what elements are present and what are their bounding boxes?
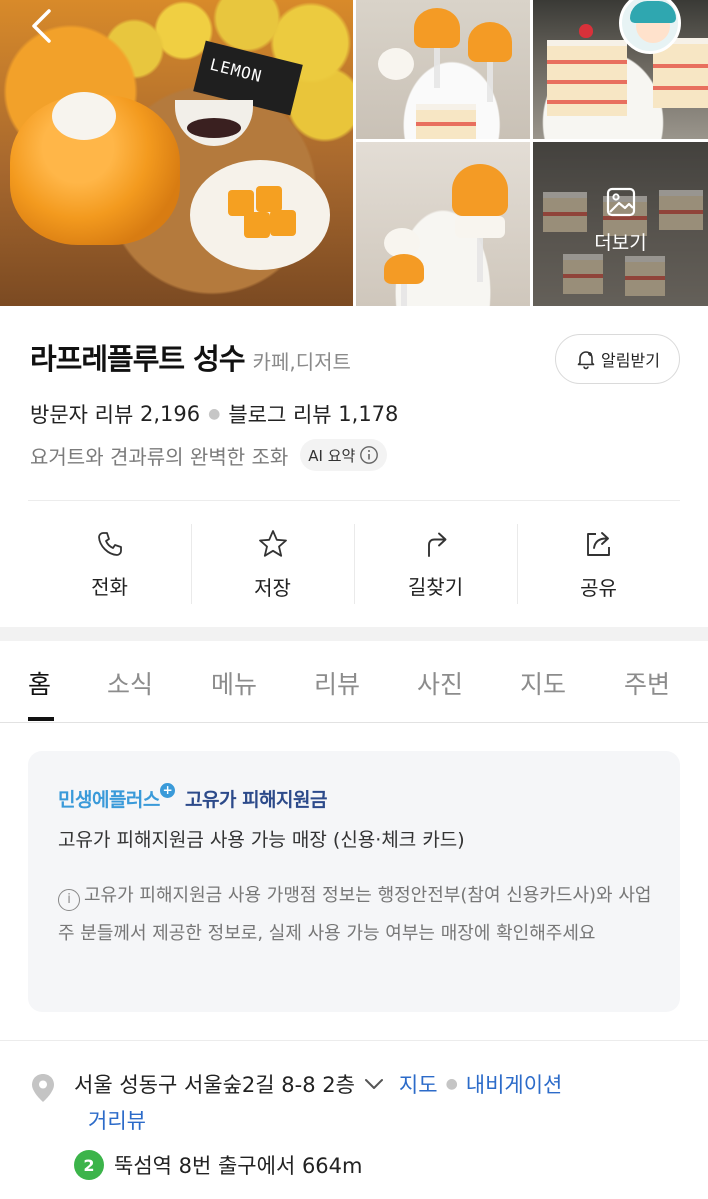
- directions-label: 길찾기: [407, 574, 464, 599]
- notice-info-text: 고유가 피해지원금 사용 가맹점 정보는 행정안전부(참여 신용카드사)와 사업…: [58, 885, 652, 944]
- action-bar: 전화 저장 길찾기 공유: [28, 504, 680, 624]
- visitor-review-label[interactable]: 방문자 리뷰: [30, 399, 133, 429]
- notice-info: i 고유가 피해지원금 사용 가맹점 정보는 행정안전부(참여 신용카드사)와 사…: [58, 877, 656, 953]
- call-button[interactable]: 전화: [28, 504, 191, 624]
- address-line: 서울 성동구 서울숲2길 8-8 2층 지도 ● 내비게이션: [74, 1069, 562, 1099]
- phone-icon: [97, 531, 122, 556]
- alarm-button[interactable]: 알림받기: [555, 334, 680, 384]
- map-link[interactable]: 지도: [399, 1069, 438, 1099]
- back-button[interactable]: [22, 6, 62, 46]
- tab-nearby[interactable]: 주변: [624, 665, 670, 701]
- plus-icon: +: [159, 783, 175, 798]
- info-icon: i: [58, 889, 80, 911]
- divider: [0, 1040, 708, 1041]
- notice-subtitle: 고유가 피해지원금 사용 가능 매장 (신용·체크 카드): [58, 829, 465, 851]
- topping-cup-contents: [187, 118, 241, 138]
- ai-badge-label: AI 요약: [308, 446, 356, 465]
- cream-scoop: [378, 48, 414, 80]
- save-label: 저장: [254, 575, 291, 600]
- directions-button[interactable]: 길찾기: [354, 504, 517, 624]
- divider: [28, 500, 680, 501]
- more-photos-label: 더보기: [594, 232, 647, 254]
- avatar-hair: [630, 1, 676, 23]
- address-text[interactable]: 서울 성동구 서울숲2길 8-8 2층: [74, 1069, 355, 1099]
- call-label: 전화: [91, 574, 128, 599]
- parfait: [468, 22, 512, 102]
- location-pin-icon: [32, 1074, 54, 1102]
- star-icon: [258, 529, 287, 557]
- blog-review-label[interactable]: 블로그 리뷰: [228, 399, 331, 429]
- bingsu-ice: [52, 92, 116, 140]
- tab-bar: 홈 소식 메뉴 리뷰 사진 지도 주변: [0, 641, 708, 723]
- street-view-link[interactable]: 거리뷰: [88, 1109, 146, 1133]
- subway-info: 2 뚝섬역 8번 출구에서 664m: [74, 1150, 363, 1180]
- tab-menu[interactable]: 메뉴: [211, 665, 257, 701]
- blog-review-count[interactable]: 1,178: [338, 402, 398, 426]
- photo-gallery[interactable]: LEMON 더보기: [0, 0, 708, 306]
- photo-main[interactable]: LEMON: [0, 0, 353, 306]
- address-line-2: 거리뷰: [88, 1105, 146, 1135]
- parfait: [414, 8, 460, 88]
- active-tab-indicator: [28, 717, 54, 721]
- mango-cube: [256, 186, 282, 212]
- parfait: [452, 164, 508, 282]
- subway-line-badge: 2: [74, 1150, 104, 1180]
- image-icon: [606, 187, 635, 217]
- share-button[interactable]: 공유: [517, 504, 680, 624]
- alarm-label: 알림받기: [601, 351, 660, 370]
- tab-news[interactable]: 소식: [107, 665, 153, 701]
- info-icon: [360, 446, 379, 464]
- ai-summary-text: 요거트와 견과류의 완벽한 조화: [30, 444, 289, 469]
- save-button[interactable]: 저장: [191, 504, 354, 624]
- photo-parfait-2[interactable]: [356, 142, 530, 306]
- bell-plus-icon: [577, 351, 595, 370]
- subsidy-notice-card[interactable]: 민생에플러스 + 고유가 피해지원금 고유가 피해지원금 사용 가능 매장 (신용…: [28, 751, 680, 1012]
- share-icon: [586, 531, 610, 556]
- notice-header: 민생에플러스 + 고유가 피해지원금: [58, 783, 327, 812]
- photo-more[interactable]: 더보기: [533, 142, 708, 306]
- mango-cube: [270, 210, 296, 236]
- ai-summary-badge[interactable]: AI 요약: [300, 439, 388, 471]
- strawberry: [579, 24, 593, 38]
- separator-dot: ●: [445, 1076, 458, 1092]
- tab-map[interactable]: 지도: [520, 665, 566, 701]
- tab-home[interactable]: 홈: [28, 665, 51, 701]
- chevron-down-icon[interactable]: [363, 1075, 385, 1093]
- notice-brand: 민생에플러스: [58, 789, 160, 811]
- navigation-link[interactable]: 내비게이션: [466, 1069, 563, 1099]
- cake-slice: [416, 104, 476, 139]
- visitor-review-count[interactable]: 2,196: [140, 402, 200, 426]
- more-photos-button[interactable]: 더보기: [533, 186, 708, 255]
- separator-dot: ●: [208, 406, 221, 422]
- directions-icon: [427, 532, 446, 557]
- ai-summary-row: 요거트와 견과류의 완벽한 조화 AI 요약: [30, 439, 388, 471]
- parfait: [384, 228, 424, 306]
- tab-reviews[interactable]: 리뷰: [314, 665, 360, 701]
- mango-cube: [244, 212, 270, 238]
- lemon-sign-text: LEMON: [207, 54, 265, 87]
- notice-title: 고유가 피해지원금: [185, 789, 327, 811]
- subway-distance-text: 뚝섬역 8번 출구에서 664m: [114, 1154, 363, 1178]
- place-title-row: 라프레플루트 성수 카페,디저트: [30, 336, 351, 378]
- back-arrow-icon: [32, 9, 51, 43]
- share-label: 공유: [580, 575, 617, 600]
- section-separator: [0, 627, 708, 641]
- place-category: 카페,디저트: [252, 350, 351, 374]
- strawberry-cake: [547, 40, 627, 116]
- tab-photos[interactable]: 사진: [417, 665, 463, 701]
- review-stats: 방문자 리뷰 2,196 ● 블로그 리뷰 1,178: [30, 399, 398, 429]
- photo-parfait-1[interactable]: [356, 0, 530, 139]
- place-name: 라프레플루트 성수: [30, 342, 246, 376]
